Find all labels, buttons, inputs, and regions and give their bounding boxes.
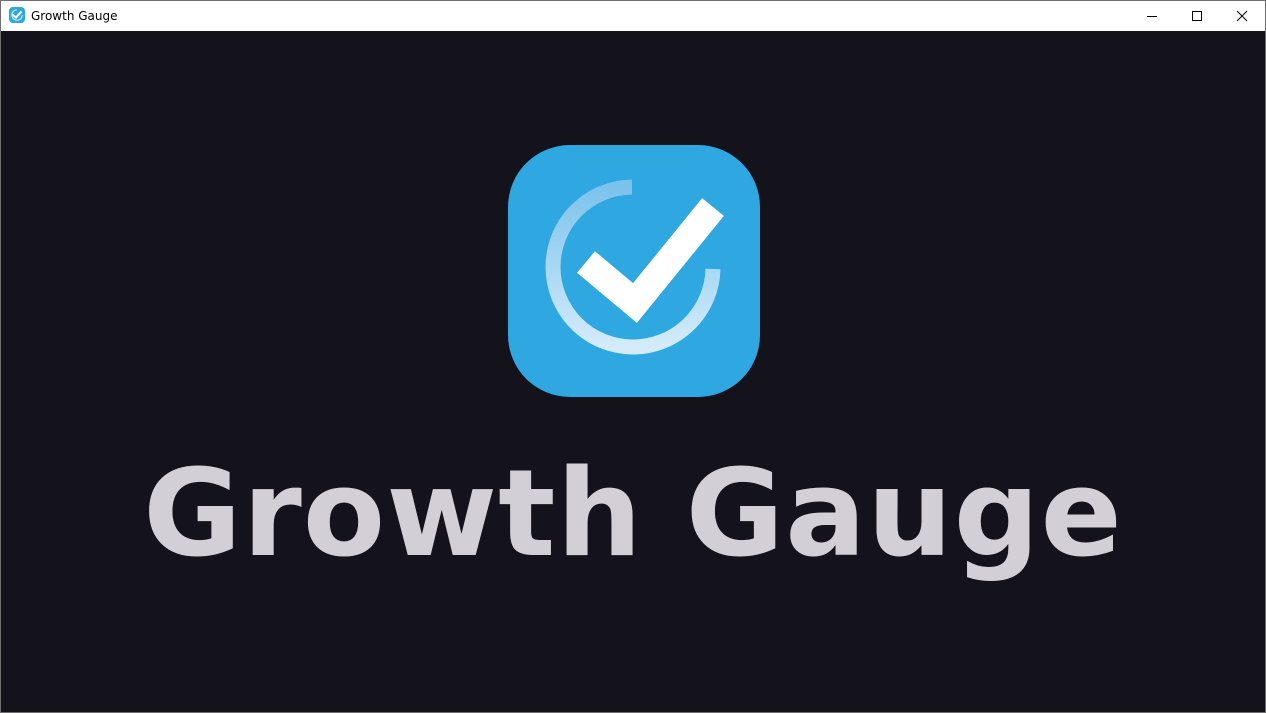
checkmark-gauge-icon [9, 7, 25, 23]
close-button[interactable] [1219, 1, 1265, 31]
app-window: Growth Gauge Growth Gauge [0, 0, 1266, 713]
maximize-button[interactable] [1174, 1, 1220, 31]
minimize-icon [1147, 16, 1157, 17]
close-icon [1236, 10, 1248, 22]
splash-screen: Growth Gauge [1, 31, 1265, 712]
minimize-button[interactable] [1129, 1, 1175, 31]
window-title: Growth Gauge [31, 9, 118, 23]
brand-name: Growth Gauge [143, 445, 1123, 584]
title-bar[interactable]: Growth Gauge [1, 1, 1265, 31]
maximize-icon [1192, 11, 1202, 21]
checkmark-gauge-icon [508, 145, 760, 397]
